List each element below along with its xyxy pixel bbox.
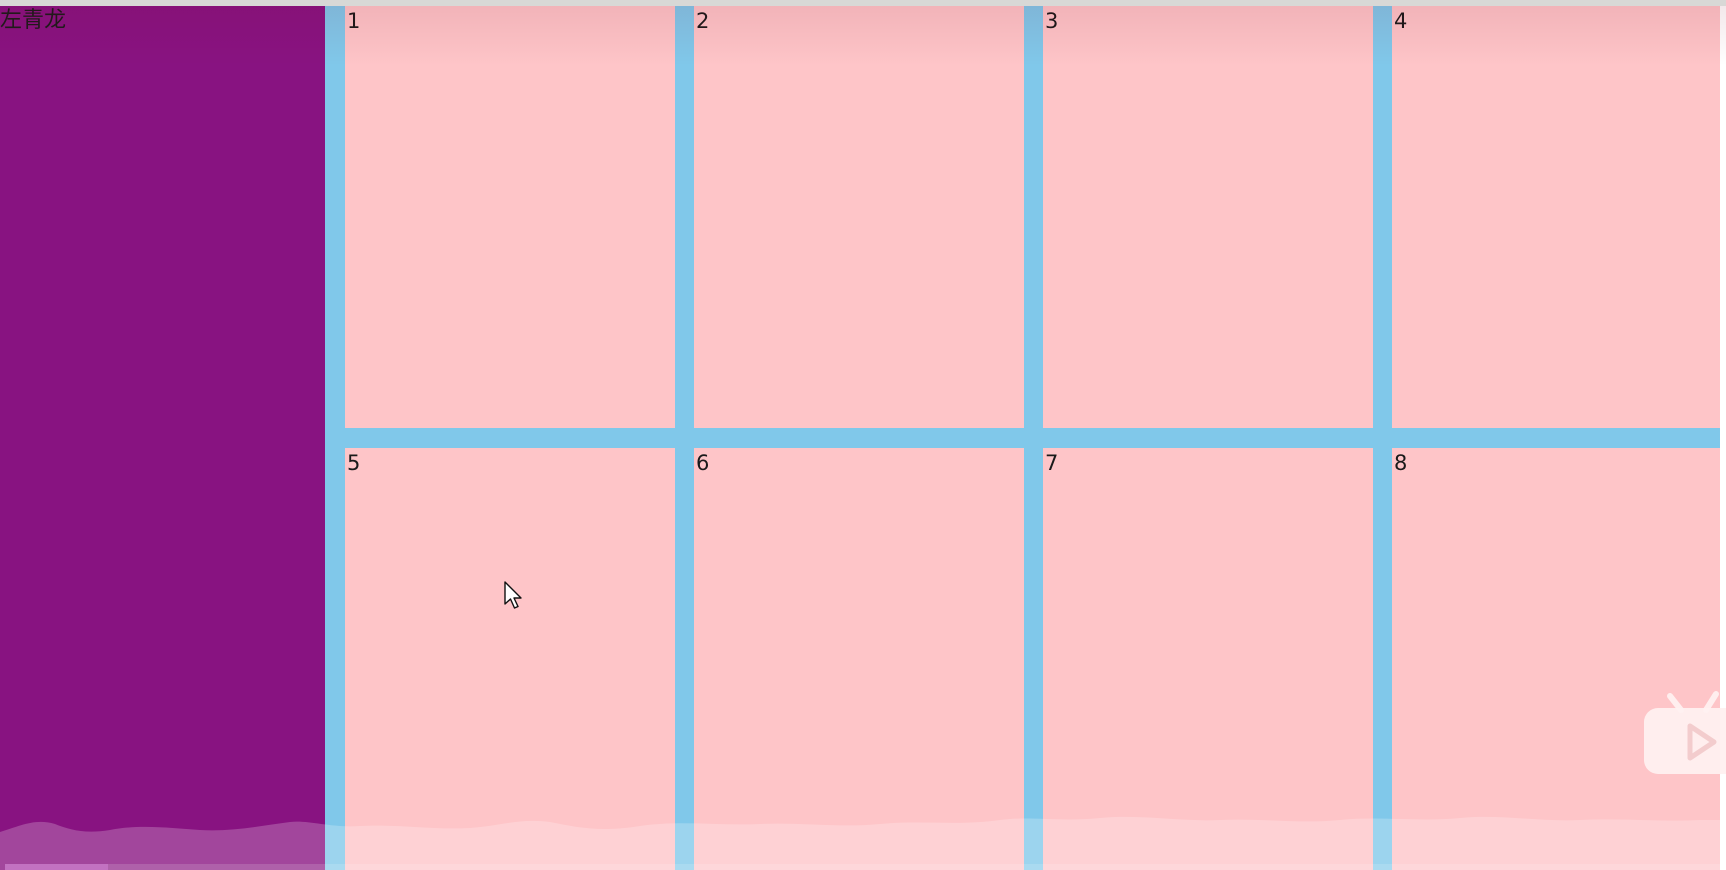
grid-container: 1 2 3 4 5 6 7 8 (325, 6, 1722, 870)
grid-cell: 6 (694, 448, 1024, 870)
grid-cell: 3 (1043, 6, 1373, 428)
left-panel-label: 左青龙 (0, 8, 67, 33)
grid-cell: 7 (1043, 448, 1373, 870)
grid-cell: 1 (345, 6, 675, 428)
grid-cell-number: 1 (347, 9, 361, 33)
grid-cell: 8 (1392, 448, 1722, 870)
mouse-pointer-icon (504, 581, 522, 609)
grid-cell-number: 4 (1394, 9, 1408, 33)
left-panel: 左青龙 (0, 6, 325, 870)
video-progress-fill (5, 864, 108, 870)
grid-cell-number: 2 (696, 9, 710, 33)
grid-cell: 2 (694, 6, 1024, 428)
grid-cell: 4 (1392, 6, 1722, 428)
grid-cell-number: 3 (1045, 9, 1059, 33)
grid-cell-number: 8 (1394, 451, 1408, 475)
bilibili-tv-play-icon (1644, 691, 1726, 774)
grid-cell: 5 (345, 448, 675, 870)
grid-cell-number: 6 (696, 451, 710, 475)
grid-cell-number: 7 (1045, 451, 1059, 475)
grid-cell-number: 5 (347, 451, 361, 475)
video-progress-bar[interactable] (5, 864, 1720, 870)
